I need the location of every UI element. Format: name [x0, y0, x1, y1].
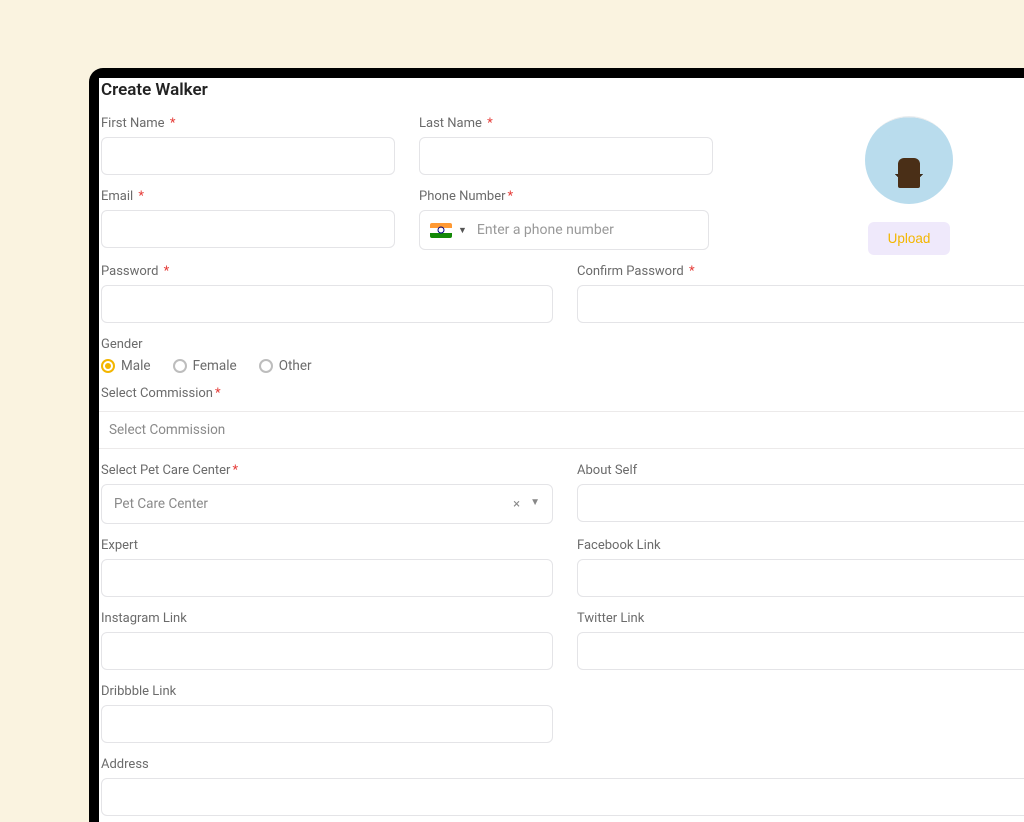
- twitter-input[interactable]: [577, 632, 1024, 670]
- expert-label: Expert: [101, 538, 553, 553]
- about-self-label: About Self: [577, 463, 1024, 478]
- password-label: Password *: [101, 264, 553, 279]
- required-mark: *: [138, 189, 144, 204]
- required-mark: *: [215, 386, 221, 401]
- dribbble-input[interactable]: [101, 705, 553, 743]
- create-walker-form: Upload First Name * Last Name *: [99, 116, 1024, 822]
- required-mark: *: [170, 116, 176, 131]
- gender-label: Gender: [101, 337, 1024, 352]
- about-self-input[interactable]: [577, 484, 1024, 522]
- twitter-label: Twitter Link: [577, 611, 1024, 626]
- avatar-block: Upload: [844, 116, 974, 255]
- confirm-password-input[interactable]: [577, 285, 1024, 323]
- upload-button[interactable]: Upload: [868, 222, 951, 255]
- petcare-label: Select Pet Care Center*: [101, 463, 553, 478]
- required-mark: *: [487, 116, 493, 131]
- required-mark: *: [689, 264, 695, 279]
- gender-male-label: Male: [121, 358, 151, 374]
- chevron-down-icon[interactable]: ▼: [530, 497, 540, 512]
- last-name-label: Last Name *: [419, 116, 713, 131]
- instagram-input[interactable]: [101, 632, 553, 670]
- address-input[interactable]: [101, 778, 1024, 816]
- chevron-down-icon[interactable]: ▼: [458, 225, 467, 236]
- gender-female-option[interactable]: Female: [173, 358, 237, 374]
- radio-icon: [259, 359, 273, 373]
- petcare-placeholder: Pet Care Center: [114, 496, 208, 512]
- gender-other-label: Other: [279, 358, 312, 374]
- flag-india-icon[interactable]: [430, 223, 452, 238]
- first-name-label: First Name *: [101, 116, 395, 131]
- required-mark: *: [164, 264, 170, 279]
- expert-input[interactable]: [101, 559, 553, 597]
- gender-other-option[interactable]: Other: [259, 358, 312, 374]
- app-screen: Create Walker Upload First Name * Last N…: [99, 78, 1024, 822]
- gender-female-label: Female: [193, 358, 237, 374]
- dribbble-label: Dribbble Link: [101, 684, 553, 699]
- facebook-input[interactable]: [577, 559, 1024, 597]
- first-name-input[interactable]: [101, 137, 395, 175]
- clear-icon[interactable]: ×: [513, 497, 520, 512]
- commission-label: Select Commission*: [101, 386, 1024, 401]
- email-input[interactable]: [101, 210, 395, 248]
- device-frame: Create Walker Upload First Name * Last N…: [89, 68, 1024, 822]
- required-mark: *: [232, 463, 238, 478]
- email-label: Email *: [101, 189, 395, 204]
- commission-placeholder: Select Commission: [109, 422, 225, 438]
- instagram-label: Instagram Link: [101, 611, 553, 626]
- radio-checked-icon: [101, 359, 115, 373]
- phone-input-group[interactable]: ▼ Enter a phone number: [419, 210, 709, 250]
- avatar: [865, 116, 953, 204]
- gender-radio-group: Male Female Other: [101, 358, 1024, 374]
- commission-select[interactable]: Select Commission: [99, 411, 1024, 449]
- page-title: Create Walker: [99, 78, 1024, 100]
- password-input[interactable]: [101, 285, 553, 323]
- radio-icon: [173, 359, 187, 373]
- phone-placeholder: Enter a phone number: [477, 222, 614, 238]
- gender-male-option[interactable]: Male: [101, 358, 151, 374]
- petcare-select[interactable]: Pet Care Center × ▼: [101, 484, 553, 524]
- facebook-label: Facebook Link: [577, 538, 1024, 553]
- page-background: Create Walker Upload First Name * Last N…: [0, 0, 1024, 812]
- confirm-password-label: Confirm Password *: [577, 264, 1024, 279]
- address-label: Address: [101, 757, 1024, 772]
- phone-label: Phone Number*: [419, 189, 713, 204]
- last-name-input[interactable]: [419, 137, 713, 175]
- required-mark: *: [508, 189, 514, 204]
